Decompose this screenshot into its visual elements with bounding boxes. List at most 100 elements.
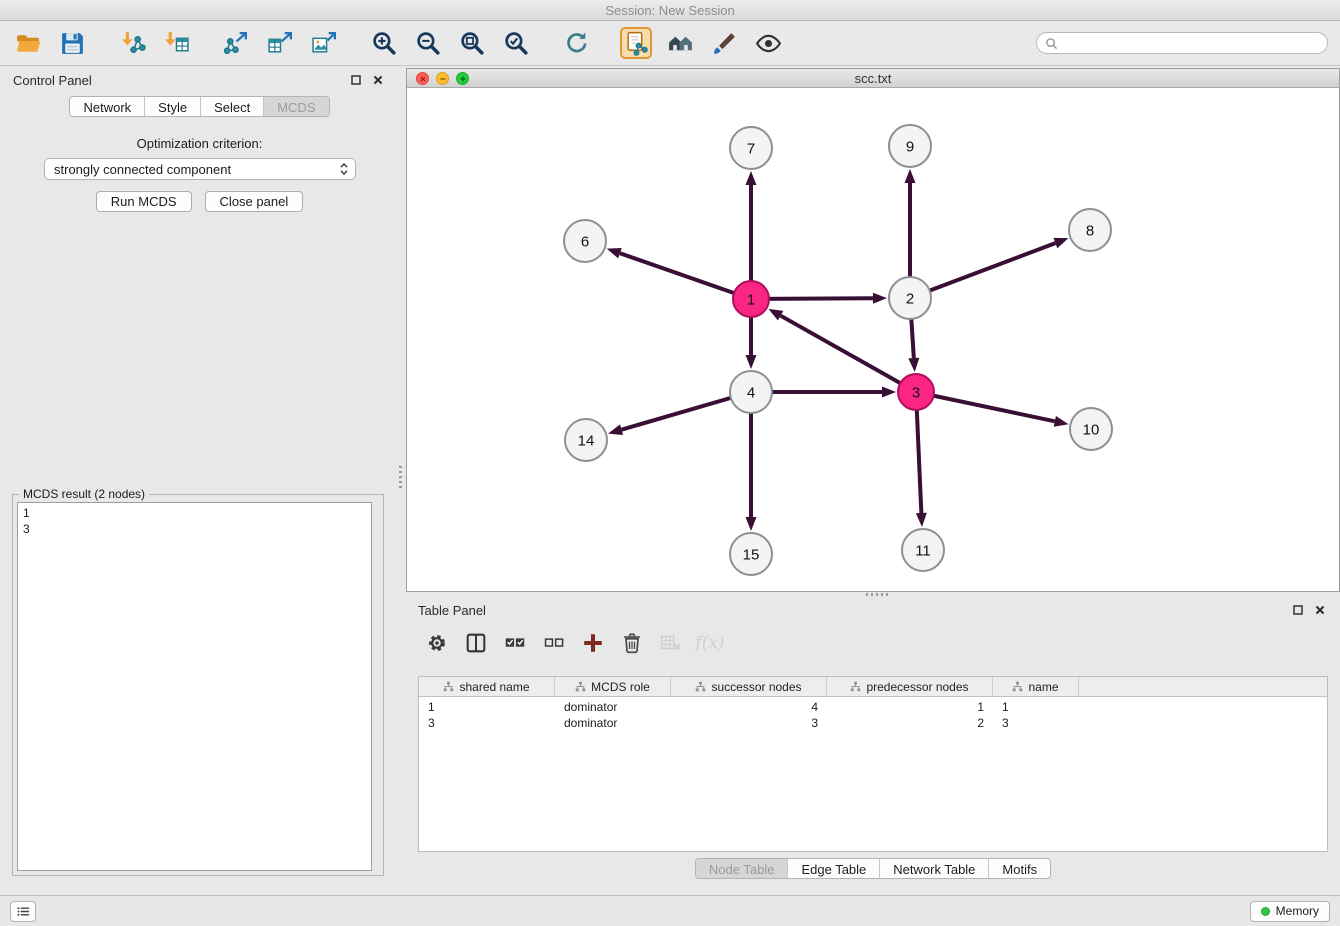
optimization-criterion-select[interactable]: strongly connected component bbox=[44, 158, 356, 180]
window-title: Session: New Session bbox=[0, 0, 1340, 21]
window-close-icon[interactable] bbox=[416, 72, 429, 85]
table-cell[interactable]: dominator bbox=[555, 716, 671, 730]
table-cell[interactable]: 3 bbox=[671, 716, 827, 730]
open-session-icon[interactable] bbox=[12, 27, 44, 59]
column-menu-icon[interactable] bbox=[575, 681, 586, 692]
column-header-label: predecessor nodes bbox=[866, 680, 968, 694]
float-table-panel-icon[interactable] bbox=[1290, 602, 1306, 618]
memory-button[interactable]: Memory bbox=[1250, 901, 1330, 922]
task-history-button[interactable] bbox=[10, 901, 36, 922]
table-cell[interactable]: 1 bbox=[827, 700, 993, 714]
delete-row-icon[interactable] bbox=[617, 628, 647, 658]
first-neighbors-icon[interactable] bbox=[664, 27, 696, 59]
close-panel-icon[interactable] bbox=[370, 72, 386, 88]
graph-edge-2-8[interactable] bbox=[910, 243, 1055, 298]
float-panel-icon[interactable] bbox=[348, 72, 364, 88]
search-box[interactable] bbox=[1036, 32, 1328, 54]
tab-network[interactable]: Network bbox=[70, 97, 145, 116]
toolbar-group bbox=[560, 27, 592, 59]
table-cell[interactable]: 3 bbox=[993, 716, 1079, 730]
column-header-predecessor-nodes[interactable]: predecessor nodes bbox=[827, 677, 993, 696]
graph-edge-arrowhead bbox=[746, 355, 757, 369]
clone-network-icon[interactable] bbox=[620, 27, 652, 59]
table-body: 1dominator4113dominator323 bbox=[419, 697, 1327, 731]
graph-edge-arrowhead bbox=[908, 358, 919, 372]
graph-edge-arrowhead bbox=[607, 248, 622, 258]
tab-motifs[interactable]: Motifs bbox=[989, 859, 1050, 878]
export-network-icon[interactable] bbox=[220, 27, 252, 59]
export-table-icon[interactable] bbox=[264, 27, 296, 59]
graph-edge-3-10[interactable] bbox=[916, 392, 1055, 421]
column-menu-icon[interactable] bbox=[1012, 681, 1023, 692]
close-panel-button[interactable]: Close panel bbox=[205, 191, 304, 212]
vertical-splitter[interactable] bbox=[396, 68, 406, 888]
column-menu-icon[interactable] bbox=[443, 681, 454, 692]
graph-edge-arrowhead bbox=[746, 171, 757, 185]
table-row[interactable]: 3dominator323 bbox=[419, 715, 1327, 731]
graph-node-label-4: 4 bbox=[747, 384, 755, 401]
column-header-filler bbox=[1079, 677, 1327, 696]
table-tabs: Node TableEdge TableNetwork TableMotifs bbox=[695, 858, 1051, 879]
control-panel-title: Control Panel bbox=[13, 73, 92, 88]
column-header-successor-nodes[interactable]: successor nodes bbox=[671, 677, 827, 696]
export-image-icon[interactable] bbox=[308, 27, 340, 59]
graph-edge-3-1[interactable] bbox=[781, 316, 916, 392]
graph-node-label-6: 6 bbox=[581, 233, 589, 250]
tab-network-table[interactable]: Network Table bbox=[880, 859, 989, 878]
graph-node-label-3: 3 bbox=[912, 384, 920, 401]
table-cell[interactable]: 2 bbox=[827, 716, 993, 730]
network-window-titlebar[interactable]: scc.txt bbox=[407, 69, 1339, 88]
window-zoom-icon[interactable] bbox=[456, 72, 469, 85]
main-toolbar-groups bbox=[12, 27, 812, 59]
table-row[interactable]: 1dominator411 bbox=[419, 699, 1327, 715]
table-cell[interactable]: 4 bbox=[671, 700, 827, 714]
tab-edge-table[interactable]: Edge Table bbox=[788, 859, 880, 878]
search-input[interactable] bbox=[1063, 36, 1319, 50]
graph-edge-1-6[interactable] bbox=[620, 253, 751, 299]
column-header-shared-name[interactable]: shared name bbox=[419, 677, 555, 696]
select-all-icon[interactable] bbox=[500, 628, 530, 658]
graph-edge-arrowhead bbox=[768, 309, 783, 321]
table-cell[interactable]: 1 bbox=[993, 700, 1079, 714]
column-menu-icon[interactable] bbox=[850, 681, 861, 692]
mcds-result-list[interactable]: 13 bbox=[17, 502, 372, 871]
zoom-in-icon[interactable] bbox=[368, 27, 400, 59]
column-header-label: name bbox=[1028, 680, 1058, 694]
control-tabs: NetworkStyleSelectMCDS bbox=[69, 96, 329, 117]
table-cell[interactable]: dominator bbox=[555, 700, 671, 714]
table-cell[interactable]: 1 bbox=[419, 700, 555, 714]
zoom-out-icon[interactable] bbox=[412, 27, 444, 59]
gear-icon[interactable] bbox=[422, 628, 452, 658]
table-panel-title: Table Panel bbox=[418, 603, 486, 618]
mcds-result-title: MCDS result (2 nodes) bbox=[19, 487, 149, 501]
show-hide-icon[interactable] bbox=[752, 27, 784, 59]
column-header-name[interactable]: name bbox=[993, 677, 1079, 696]
tab-node-table[interactable]: Node Table bbox=[696, 859, 789, 878]
add-row-icon[interactable] bbox=[578, 628, 608, 658]
mcds-result-item: 3 bbox=[23, 521, 366, 537]
graph-edge-arrowhead bbox=[1054, 416, 1069, 427]
tab-select[interactable]: Select bbox=[201, 97, 264, 116]
save-session-icon[interactable] bbox=[56, 27, 88, 59]
table-header-row: shared name MCDS role successor nodes prede… bbox=[419, 677, 1327, 697]
close-table-panel-icon[interactable] bbox=[1312, 602, 1328, 618]
column-menu-icon[interactable] bbox=[695, 681, 706, 692]
run-mcds-button[interactable]: Run MCDS bbox=[96, 191, 192, 212]
window-minimize-icon[interactable] bbox=[436, 72, 449, 85]
tab-style[interactable]: Style bbox=[145, 97, 201, 116]
import-network-icon[interactable] bbox=[116, 27, 148, 59]
network-graph[interactable]: 7968124314101511 bbox=[407, 88, 1339, 591]
tab-mcds[interactable]: MCDS bbox=[264, 97, 328, 116]
deselect-all-icon[interactable] bbox=[539, 628, 569, 658]
zoom-fit-icon[interactable] bbox=[456, 27, 488, 59]
column-header-label: MCDS role bbox=[591, 680, 650, 694]
import-table-icon[interactable] bbox=[160, 27, 192, 59]
zoom-selected-icon[interactable] bbox=[500, 27, 532, 59]
table-cell[interactable]: 3 bbox=[419, 716, 555, 730]
split-columns-icon[interactable] bbox=[461, 628, 491, 658]
column-header-MCDS-role[interactable]: MCDS role bbox=[555, 677, 671, 696]
apply-style-icon[interactable] bbox=[708, 27, 740, 59]
graph-node-label-1: 1 bbox=[747, 291, 755, 308]
refresh-layout-icon[interactable] bbox=[560, 27, 592, 59]
network-canvas[interactable]: 7968124314101511 bbox=[407, 88, 1339, 591]
